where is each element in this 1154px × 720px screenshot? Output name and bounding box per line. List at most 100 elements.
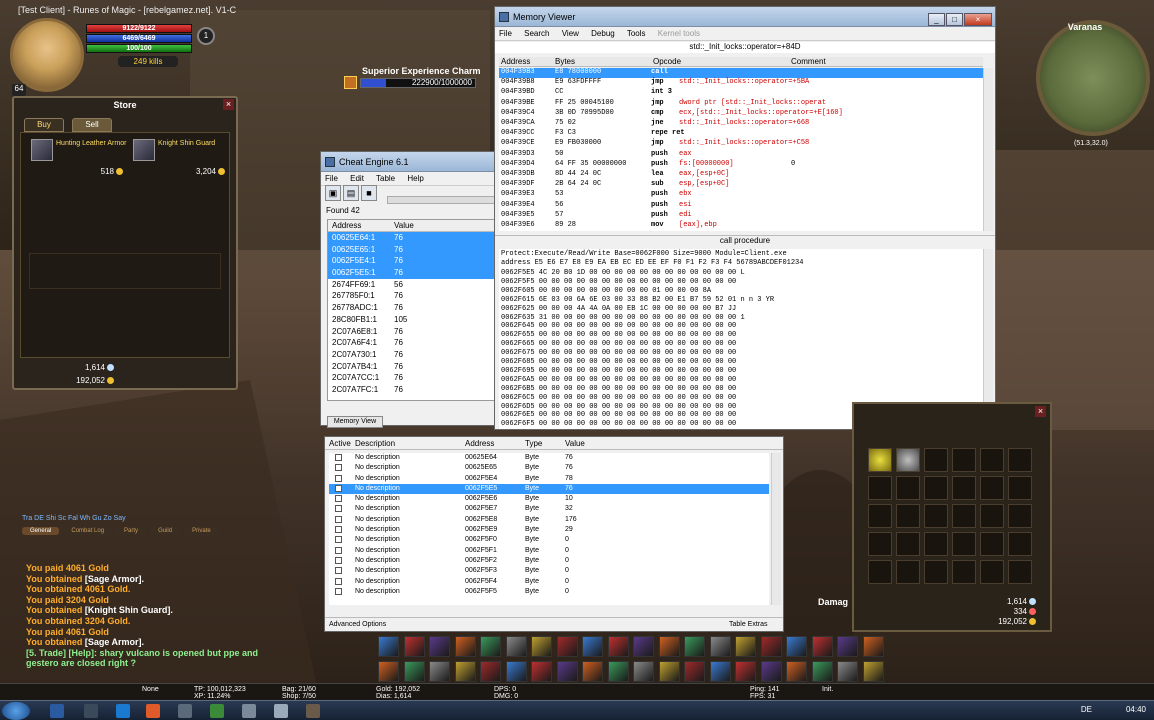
hex-line[interactable]: 0062F645 00 00 00 00 00 00 00 00 00 00 0… (501, 322, 736, 330)
store-item[interactable]: Knight Shin Guard 3,204 (133, 139, 233, 176)
chat-channel-filters[interactable]: Tra DE Shi Sc Fal Wh Gu Zo Say (22, 515, 126, 522)
taskbar-app-icon[interactable] (84, 704, 98, 718)
party-number-badge[interactable]: 1 (197, 27, 215, 45)
bag-slot[interactable] (980, 476, 1004, 500)
skill-slot[interactable] (378, 636, 399, 657)
disasm-row[interactable]: 004F39BE FF 25 00045100 jmp dword ptr [std:… (499, 99, 983, 109)
store-tab-buy[interactable]: Buy (24, 118, 64, 132)
hex-line[interactable]: 0062F6B5 00 00 00 00 00 00 00 00 00 00 0… (501, 385, 736, 393)
bag-slot[interactable] (896, 476, 920, 500)
disasm-row[interactable]: 004F39CE E9 FB030000 jmp std::_Init_locks::… (499, 139, 983, 149)
scan-results-list[interactable]: Address Value 00625E64:1 76 00625E65:1 76 00… (327, 219, 495, 401)
close-button[interactable]: × (964, 13, 992, 26)
ce-menu-help[interactable]: Help (407, 174, 423, 183)
bag-slot[interactable] (952, 476, 976, 500)
disasm-row[interactable]: 004F39CA 75 02 jne std::_Init_locks::operat… (499, 119, 983, 129)
bag-slot[interactable] (952, 532, 976, 556)
skill-slot[interactable] (633, 636, 654, 657)
hex-line[interactable]: 0062F655 00 00 00 00 00 00 00 00 00 00 0… (501, 331, 736, 339)
bag-slot[interactable] (868, 532, 892, 556)
open-icon[interactable]: ▤ (343, 185, 359, 201)
scan-result-row[interactable]: 0062F5E4:1 76 (328, 255, 494, 268)
table-extras-button[interactable]: Table Extras (729, 621, 768, 628)
bag-slot[interactable] (896, 504, 920, 528)
store-tab-sell[interactable]: Sell (72, 118, 112, 132)
bag-slot[interactable] (924, 448, 948, 472)
taskbar-app-icon[interactable] (274, 704, 288, 718)
table-row[interactable]: No description 00625E64 Byte 76 (329, 453, 769, 463)
active-checkbox[interactable] (335, 526, 342, 534)
skill-slot[interactable] (837, 636, 858, 657)
scan-result-row[interactable]: 00625E65:1 76 (328, 243, 494, 256)
skill-slot[interactable] (582, 636, 603, 657)
disasm-row[interactable]: 004F39B8 E9 63FDFFFF jmp std::_Init_locks::… (499, 78, 983, 88)
skill-slot[interactable] (378, 661, 399, 682)
hex-line[interactable]: 0062F6C5 00 00 00 00 00 00 00 00 00 00 0… (501, 394, 736, 402)
advanced-options-button[interactable]: Advanced Options (329, 621, 386, 628)
scan-result-row[interactable]: 2C07A6E8:1 76 (328, 326, 494, 338)
taskbar-app-icon[interactable] (146, 704, 160, 718)
chat-message[interactable]: You obtained [Sage Armor]. (26, 637, 144, 647)
chat-tab-general[interactable]: General (22, 527, 60, 535)
mv-menu-debug[interactable]: Debug (591, 29, 615, 38)
skill-slot[interactable] (735, 661, 756, 682)
ce-menu-edit[interactable]: Edit (350, 174, 364, 183)
active-checkbox[interactable] (335, 577, 342, 585)
hex-line[interactable]: 0062F6A5 00 00 00 00 00 00 00 00 00 00 0… (501, 376, 736, 384)
skill-slot[interactable] (684, 636, 705, 657)
skill-slot[interactable] (862, 661, 884, 682)
disasm-row[interactable]: 004F39B3 E8 78000000 call (499, 68, 983, 79)
chat-item-link[interactable]: [Sage Armor]. (85, 637, 144, 647)
table-row[interactable]: No description 0062F5E4 Byte 78 (329, 474, 769, 484)
skill-slot[interactable] (480, 661, 501, 682)
chat-message[interactable]: You obtained [Sage Armor]. (26, 574, 144, 584)
col-value[interactable]: Value (565, 439, 585, 448)
skill-slot[interactable] (556, 636, 578, 657)
input-language[interactable]: DE (1081, 705, 1092, 714)
active-checkbox[interactable] (335, 587, 342, 595)
bag-slot[interactable] (868, 504, 892, 528)
skill-slot[interactable] (760, 661, 782, 682)
minimize-button[interactable]: _ (928, 13, 945, 26)
scan-result-row[interactable]: 26778ADC:1 76 (328, 302, 494, 314)
bag-slot[interactable] (1008, 476, 1032, 500)
start-button[interactable] (2, 702, 30, 720)
bag-slot[interactable] (952, 560, 976, 584)
scan-result-row[interactable]: 2C07A6F4:1 76 (328, 337, 494, 349)
active-checkbox[interactable] (335, 484, 342, 492)
scan-result-row[interactable]: 2C07A730:1 76 (328, 349, 494, 361)
bag-slot[interactable] (896, 560, 920, 584)
taskbar-app-icon[interactable] (50, 704, 64, 718)
chat-message[interactable]: You paid 4061 Gold (26, 563, 109, 573)
bag-slot[interactable] (924, 532, 948, 556)
skill-slot[interactable] (505, 636, 527, 657)
bag-slot[interactable] (952, 448, 976, 472)
skill-slot[interactable] (633, 661, 654, 682)
skill-slot[interactable] (505, 661, 527, 682)
taskbar-app-icon[interactable] (306, 704, 320, 718)
skill-slot[interactable] (658, 636, 680, 657)
hex-line[interactable]: 0062F665 00 00 00 00 00 00 00 00 00 00 0… (501, 340, 736, 348)
active-checkbox[interactable] (335, 536, 342, 544)
disasm-row[interactable]: 004F39CC F3 C3 repe ret (499, 129, 983, 139)
bag-slot[interactable] (980, 560, 1004, 584)
skill-slot[interactable] (658, 661, 680, 682)
skill-slot[interactable] (454, 661, 476, 682)
address-table-scrollbar[interactable] (771, 453, 781, 605)
bag-close-button[interactable]: × (1035, 406, 1046, 417)
mv-menu-search[interactable]: Search (524, 29, 549, 38)
hex-line[interactable]: 0062F6F5 00 00 00 00 00 00 00 00 00 00 0… (501, 420, 736, 428)
hex-line[interactable]: 0062F6E5 00 00 00 00 00 00 00 00 00 00 0… (501, 411, 736, 419)
mv-title-bar[interactable]: Memory Viewer _ □ × (495, 7, 995, 27)
bag-slot[interactable] (980, 448, 1004, 472)
disasm-row[interactable]: 004F39C4 3B 0D 70995D00 cmp ecx,[std::_Init… (499, 109, 983, 119)
scan-result-row[interactable]: 2674FF69:1 56 (328, 279, 494, 291)
disasm-row[interactable]: 004F39E3 53 push ebx (499, 190, 983, 200)
taskbar-app-icon[interactable] (242, 704, 256, 718)
table-row[interactable]: No description 0062F5F5 Byte 0 (329, 587, 769, 597)
skill-slot[interactable] (429, 661, 450, 682)
hex-line[interactable]: 0062F625 00 00 00 4A 4A 0A 00 EB 1C 00 0… (501, 305, 736, 313)
col-address[interactable]: Address (465, 439, 494, 448)
skill-slot[interactable] (429, 636, 450, 657)
col-opcode[interactable]: Opcode (653, 57, 681, 66)
